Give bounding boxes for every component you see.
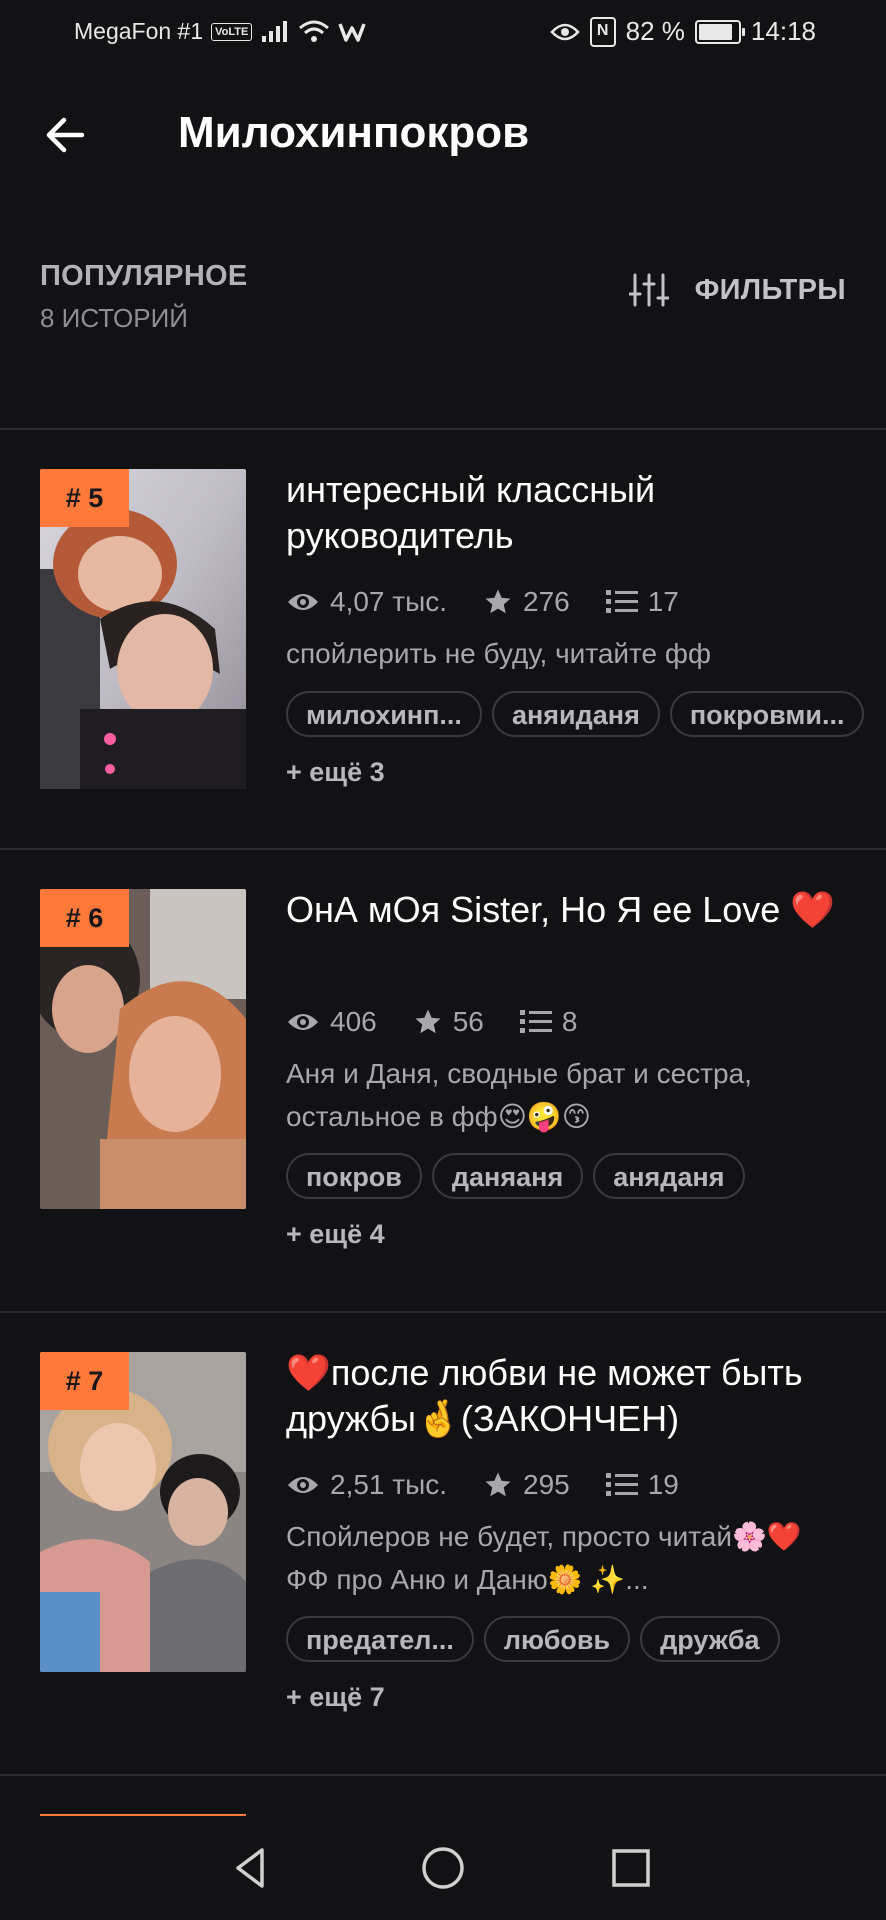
back-arrow-icon[interactable] [40,110,90,160]
tag-chip[interactable]: аняданя [593,1153,745,1199]
filters-button[interactable]: ФИЛЬТРЫ [628,272,846,308]
story-tags: милохинп... аняиданя покровми... + ещё 3 [286,691,866,795]
more-tags-link[interactable]: + ещё 4 [286,1211,866,1257]
story-card[interactable]: # 7 ❤️после любви не может быть дружбы🤞(… [0,1312,886,1732]
list-icon [519,1010,552,1033]
section-title: ПОПУЛЯРНОЕ [40,260,248,292]
eye-comfort-icon [549,23,580,40]
parts-stat: 17 [605,586,679,618]
stars-stat: 295 [483,1469,570,1501]
parts-count: 17 [647,586,679,617]
story-card[interactable]: # 5 интересный классный руководитель 4,0… [0,429,886,849]
story-description: Аня и Даня, сводные брат и сестра, остал… [286,1058,752,1132]
views-count: 4,07 тыс. [330,586,448,617]
nav-home-icon[interactable] [419,1844,467,1892]
nfc-icon: N [589,16,616,47]
more-tags-link[interactable]: + ещё 7 [286,1674,866,1720]
story-stats: 2,51 тыс. 295 19 [286,1469,715,1501]
stories-count: 8 ИСТОРИЙ [40,303,188,333]
battery-percent: 82 % [625,16,685,46]
star-icon [485,589,511,614]
story-description: спойлерить не буду, читайте фф [286,638,711,669]
story-rank-badge: # 6 [40,889,129,947]
eye-icon [288,594,318,610]
views-stat: 4,07 тыс. [286,586,447,618]
story-stats: 406 56 8 [286,1006,613,1038]
story-title[interactable]: ОнА мОя Sister, Но Я ее Love ❤️ [286,887,846,933]
eye-icon [288,1477,318,1493]
list-icon [605,590,638,613]
system-nav-bar [0,1816,886,1920]
more-tags-link[interactable]: + ещё 3 [286,749,385,795]
tag-chip[interactable]: предател... [286,1616,474,1662]
wifi-icon [299,20,330,42]
eye-icon [288,1014,318,1030]
tag-chip[interactable]: дружба [640,1616,780,1662]
clock: 14:18 [750,16,816,46]
signal-icon [262,20,288,42]
story-tags: предател... любовь дружба + ещё 7 [286,1616,866,1720]
stars-stat: 276 [483,586,570,618]
story-rank-badge: # 5 [40,469,129,527]
story-card[interactable]: # 6 ОнА мОя Sister, Но Я ее Love ❤️ 406 … [0,849,886,1269]
story-stats: 4,07 тыс. 276 17 [286,586,715,618]
tag-chip[interactable]: покров [286,1153,422,1199]
story-cover-image[interactable]: # 7 [40,1352,246,1672]
divider [0,1774,886,1776]
carrier-name: MegaFon #1 [74,18,204,44]
views-count: 2,51 тыс. [330,1469,448,1500]
stars-count: 276 [523,586,570,617]
story-description: Спойлеров не будет, просто читай🌸❤️ ФФ п… [286,1521,802,1595]
stars-count: 295 [523,1469,570,1500]
tag-chip[interactable]: даняаня [431,1153,584,1199]
tag-chip[interactable]: любовь [483,1616,631,1662]
list-icon [605,1473,638,1496]
story-cover-image[interactable]: # 6 [40,889,246,1209]
tag-chip[interactable]: милохинп... [286,691,482,737]
stars-count: 56 [452,1006,484,1037]
status-bar: MegaFon #1 VoLTE N 82 % 14:18 [0,0,886,68]
status-left: MegaFon #1 VoLTE [74,18,366,45]
views-stat: 406 [286,1006,377,1038]
filters-label: ФИЛЬТРЫ [694,273,846,306]
nav-recents-icon[interactable] [607,1844,655,1892]
tag-chip[interactable]: покровми... [669,691,865,737]
battery-icon [694,19,745,44]
star-icon [485,1472,511,1497]
star-icon [415,1009,441,1034]
story-title[interactable]: ❤️после любви не может быть дружбы🤞(ЗАКО… [286,1350,846,1442]
story-cover-image[interactable]: # 5 [40,469,246,789]
nav-back-icon[interactable] [228,1844,276,1892]
story-tags: покров даняаня аняданя + ещё 4 [286,1153,866,1257]
stars-stat: 56 [413,1006,484,1038]
parts-stat: 19 [605,1469,679,1501]
story-title[interactable]: интересный классный руководитель [286,467,846,559]
tag-chip[interactable]: аняиданя [491,691,660,737]
parts-count: 8 [561,1006,578,1037]
volte-badge: VoLTE [211,22,253,41]
parts-stat: 8 [519,1006,578,1038]
parts-count: 19 [647,1469,679,1500]
story-rank-badge: # 7 [40,1352,129,1410]
page-title: Милохинпокров [178,108,530,157]
filter-sliders-icon [628,273,669,307]
status-right: N 82 % 14:18 [549,16,816,47]
views-stat: 2,51 тыс. [286,1469,447,1501]
views-count: 406 [330,1006,377,1037]
app-notification-icon [338,22,366,42]
